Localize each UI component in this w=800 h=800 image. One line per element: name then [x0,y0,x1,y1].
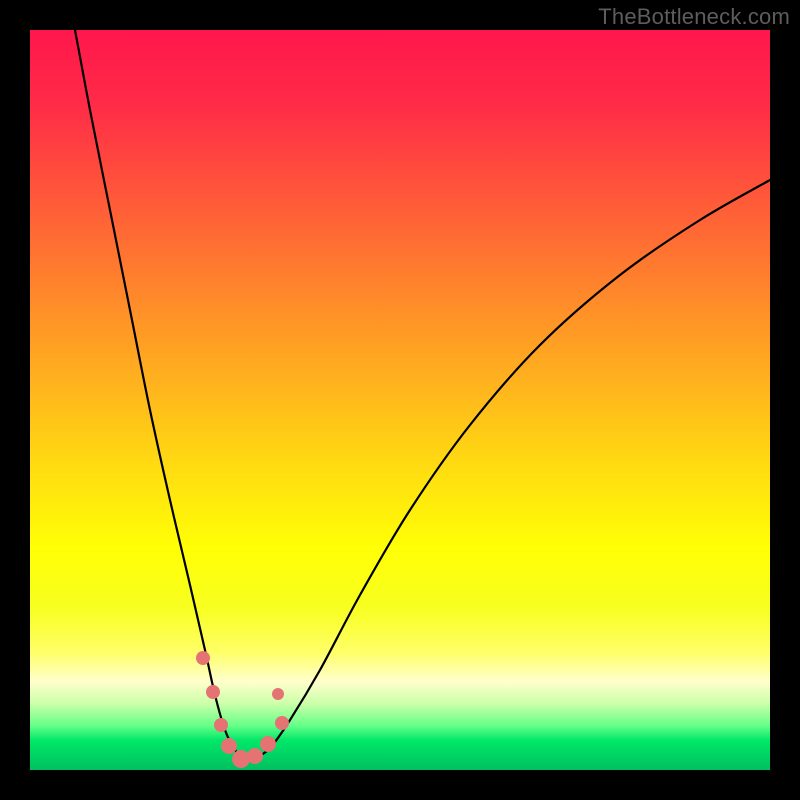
curve-marker [275,716,289,730]
curve-marker [247,748,263,764]
curve-marker [206,685,220,699]
chart-svg [30,30,770,770]
bottleneck-curve [75,30,770,761]
curve-marker [260,736,276,752]
chart-plot-area [30,30,770,770]
curve-marker [196,651,210,665]
curve-marker [214,718,228,732]
curve-marker [232,750,250,768]
curve-marker [221,738,237,754]
watermark-text: TheBottleneck.com [598,4,790,30]
curve-marker [272,688,284,700]
